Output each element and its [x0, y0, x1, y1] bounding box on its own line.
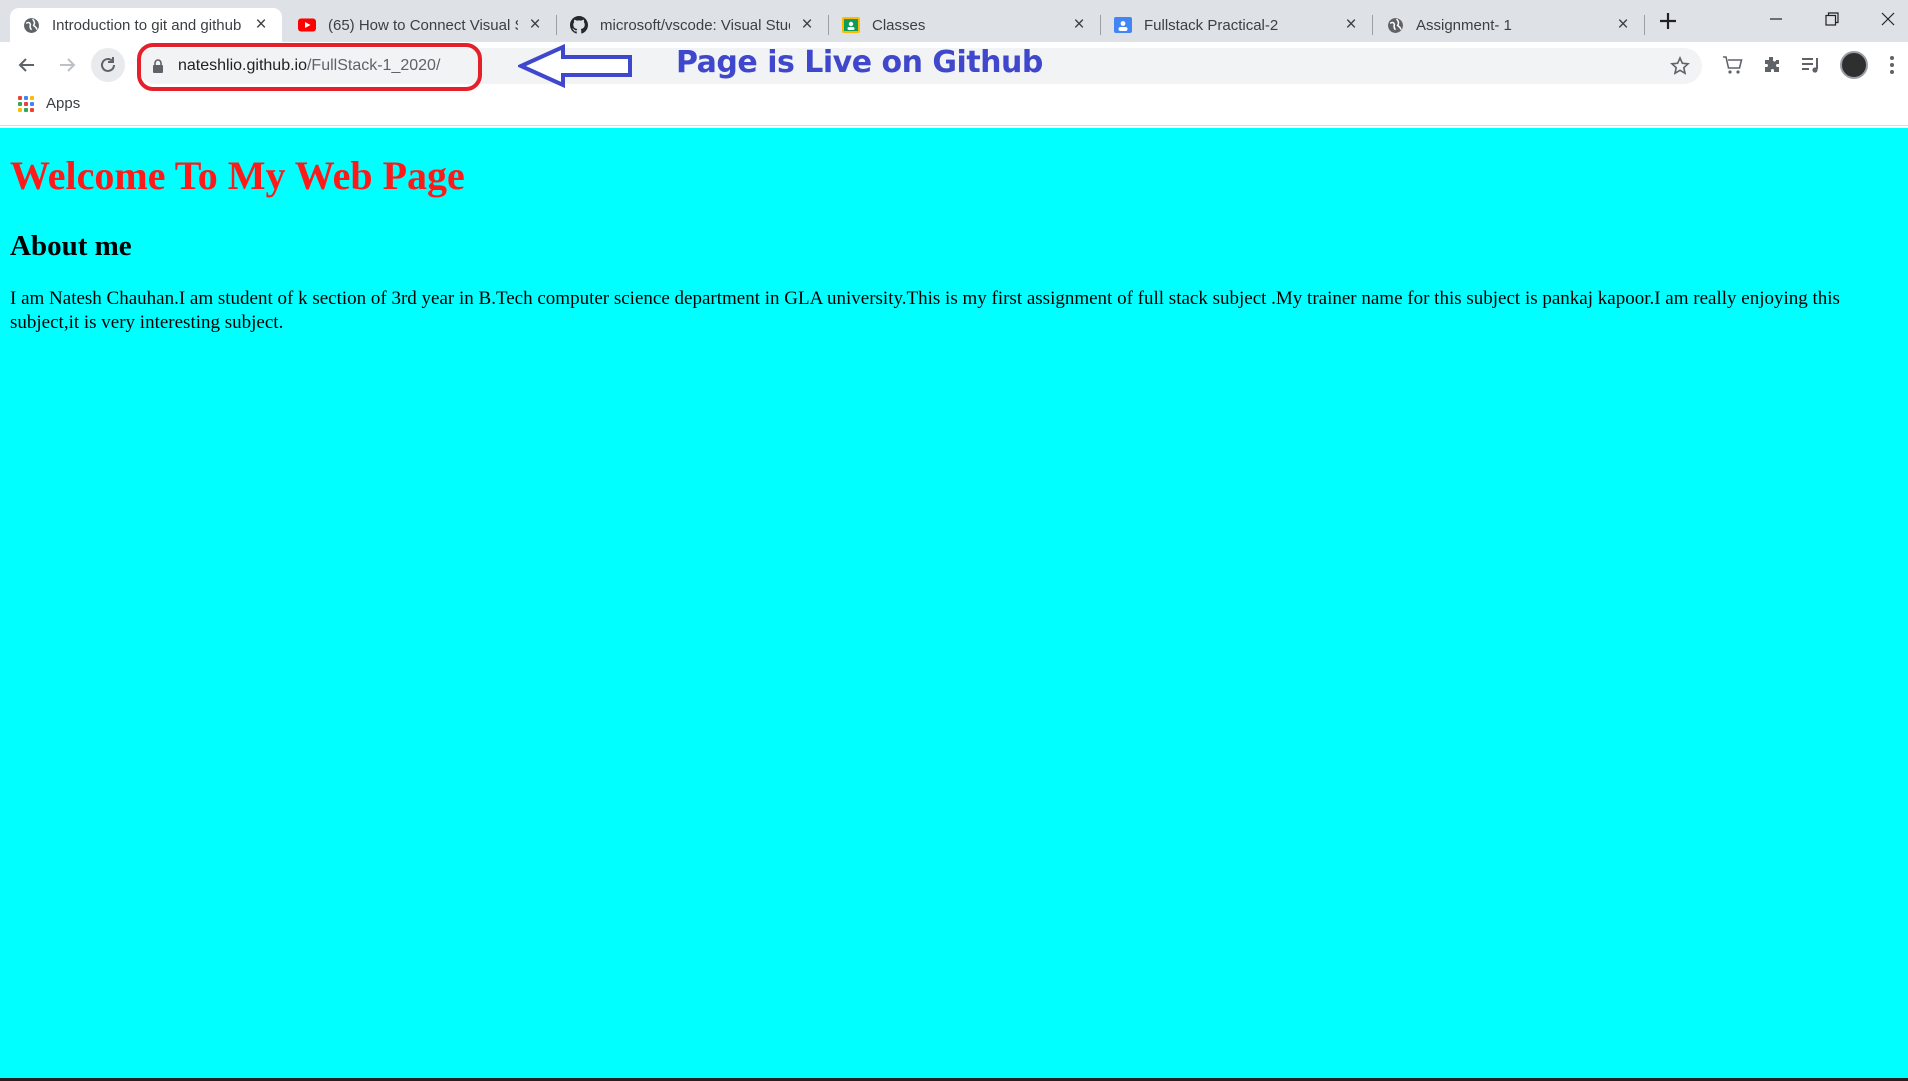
minimize-button[interactable] [1752, 0, 1800, 38]
extensions-puzzle-icon[interactable] [1757, 48, 1787, 82]
bookmarks-bar: Apps [0, 88, 1908, 126]
classroom-blue-icon [1114, 16, 1132, 34]
apps-shortcut[interactable]: Apps [18, 95, 80, 112]
close-tab-icon[interactable]: × [252, 15, 270, 34]
restore-button[interactable] [1808, 0, 1856, 38]
tab-separator [828, 15, 829, 35]
about-paragraph: I am Natesh Chauhan.I am student of k se… [10, 288, 1840, 333]
tab-separator [1372, 15, 1373, 35]
page-heading: Welcome To My Web Page [10, 153, 465, 198]
tab-separator [556, 15, 557, 35]
about-heading: About me [10, 230, 132, 262]
bookmark-star-icon[interactable] [1670, 56, 1690, 81]
globe-icon [22, 16, 40, 34]
close-tab-icon[interactable]: × [1342, 15, 1360, 34]
tab-youtube[interactable]: (65) How to Connect Visual Studio Code × [286, 8, 556, 42]
tab-separator [1644, 15, 1645, 35]
globe-icon [1386, 16, 1404, 34]
apps-label: Apps [46, 95, 81, 112]
close-tab-icon[interactable]: × [1614, 15, 1632, 34]
tab-separator [1100, 15, 1101, 35]
tab-title: Introduction to git and github [52, 16, 242, 34]
tab-title: Assignment- 1 [1416, 16, 1512, 34]
forward-button[interactable] [50, 48, 84, 82]
media-control-icon[interactable] [1796, 48, 1826, 82]
tab-strip: Introduction to git and github × (65) Ho… [0, 0, 1908, 42]
browser-menu-icon[interactable] [1884, 52, 1900, 78]
page-content: Welcome To My Web Page About me I am Nat… [0, 128, 1908, 1081]
apps-grid-icon [18, 95, 34, 112]
tab-title: Classes [872, 16, 926, 34]
shopping-cart-extension-icon[interactable] [1718, 48, 1748, 82]
tab-classes[interactable]: Classes × [830, 8, 1100, 42]
tab-github-vscode[interactable]: microsoft/vscode: Visual Studio Code × [558, 8, 828, 42]
reload-button[interactable] [91, 48, 125, 82]
youtube-icon [298, 16, 316, 34]
annotation-label: Page is Live on Github [676, 45, 1043, 80]
annotation-arrow-icon [518, 44, 632, 88]
close-tab-icon[interactable]: × [798, 15, 816, 34]
close-tab-icon[interactable]: × [526, 15, 544, 34]
url-highlight-ellipse [137, 43, 482, 91]
github-icon [570, 16, 588, 34]
tab-assignment[interactable]: Assignment- 1 × [1374, 8, 1644, 42]
tab-title: (65) How to Connect Visual Studio Code [328, 16, 518, 34]
new-tab-button[interactable] [1656, 9, 1680, 33]
close-window-button[interactable] [1864, 0, 1908, 38]
tab-title: microsoft/vscode: Visual Studio Code [600, 16, 790, 34]
tab-fullstack-practical[interactable]: Fullstack Practical-2 × [1102, 8, 1372, 42]
close-tab-icon[interactable]: × [1070, 15, 1088, 34]
tab-introduction-git[interactable]: Introduction to git and github × [10, 8, 282, 42]
profile-avatar[interactable] [1840, 51, 1868, 79]
classroom-icon [842, 16, 860, 34]
tab-title: Fullstack Practical-2 [1144, 16, 1279, 34]
back-button[interactable] [10, 48, 44, 82]
